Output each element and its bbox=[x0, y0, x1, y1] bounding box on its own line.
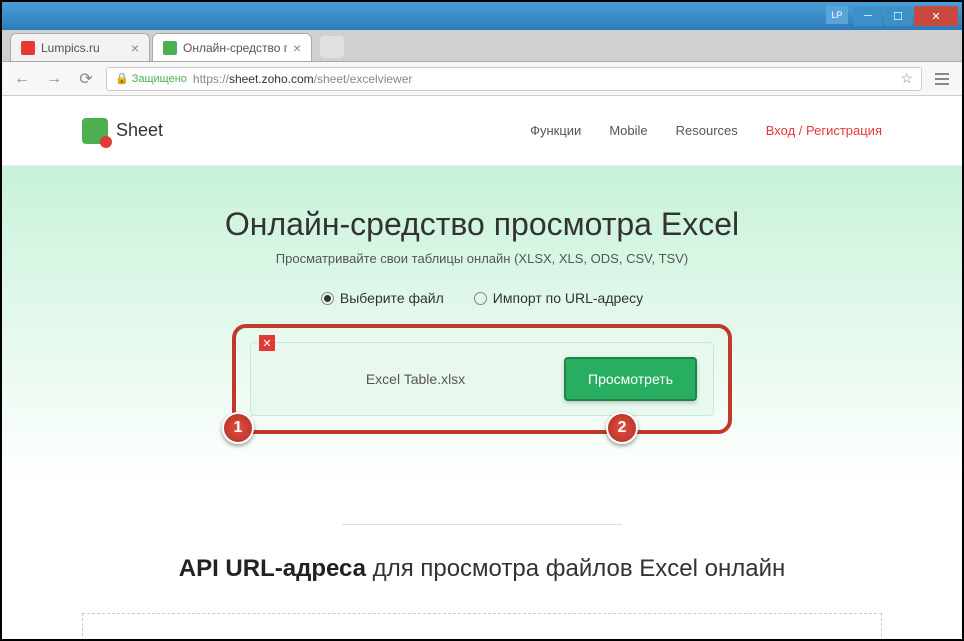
new-tab-button[interactable] bbox=[320, 36, 344, 58]
radio-select-file[interactable]: Выберите файл bbox=[321, 290, 444, 306]
radio-dot-icon bbox=[321, 292, 334, 305]
selected-filename: Excel Table.xlsx bbox=[267, 371, 564, 387]
annotation-marker-2: 2 bbox=[606, 412, 638, 444]
window-minimize-button[interactable]: ─ bbox=[854, 6, 882, 26]
radio-dot-icon bbox=[474, 292, 487, 305]
browser-tabstrip: Lumpics.ru × Онлайн-средство прос × bbox=[2, 30, 962, 62]
api-box: Просматривайте файлы в любых форматах Mi… bbox=[82, 613, 882, 639]
browser-address-bar: ← → ⟳ 🔒 Защищено https://sheet.zoho.com/… bbox=[2, 62, 962, 96]
favicon-icon bbox=[21, 41, 35, 55]
radio-label: Импорт по URL-адресу bbox=[493, 290, 643, 306]
tab-close-icon[interactable]: × bbox=[131, 40, 139, 56]
browser-menu-button[interactable] bbox=[930, 67, 954, 91]
forward-button[interactable]: → bbox=[42, 67, 66, 91]
view-button[interactable]: Просмотреть bbox=[564, 357, 697, 401]
window-titlebar: LP ─ ☐ ✕ bbox=[2, 2, 962, 30]
api-heading: API URL-адреса для просмотра файлов Exce… bbox=[82, 555, 882, 583]
nav-mobile[interactable]: Mobile bbox=[609, 123, 647, 138]
logo-icon bbox=[82, 118, 108, 144]
url-input[interactable]: 🔒 Защищено https://sheet.zoho.com/sheet/… bbox=[106, 67, 922, 91]
window-close-button[interactable]: ✕ bbox=[914, 6, 958, 26]
radio-label: Выберите файл bbox=[340, 290, 444, 306]
favicon-icon bbox=[163, 41, 177, 55]
browser-tab-1[interactable]: Lumpics.ru × bbox=[10, 33, 150, 61]
section-divider bbox=[342, 524, 622, 525]
upload-box: ✕ Excel Table.xlsx Просмотреть 1 2 bbox=[232, 324, 732, 434]
window-maximize-button[interactable]: ☐ bbox=[884, 6, 912, 26]
upload-mode-radios: Выберите файл Импорт по URL-адресу bbox=[2, 290, 962, 306]
url-text: https://sheet.zoho.com/sheet/excelviewer bbox=[193, 72, 412, 86]
tab-close-icon[interactable]: × bbox=[293, 40, 301, 56]
page-title: Онлайн-средство просмотра Excel bbox=[2, 206, 962, 243]
annotation-marker-1: 1 bbox=[222, 412, 254, 444]
secure-indicator: 🔒 Защищено bbox=[115, 72, 187, 85]
page-content: Sheet Функции Mobile Resources Вход / Ре… bbox=[2, 96, 962, 639]
nav-auth[interactable]: Вход / Регистрация bbox=[766, 123, 882, 138]
api-section: API URL-адреса для просмотра файлов Exce… bbox=[2, 555, 962, 639]
browser-tab-2[interactable]: Онлайн-средство прос × bbox=[152, 33, 312, 61]
secure-label: Защищено bbox=[132, 73, 187, 85]
file-remove-button[interactable]: ✕ bbox=[259, 335, 275, 351]
upload-inner: ✕ Excel Table.xlsx Просмотреть bbox=[250, 342, 714, 416]
back-button[interactable]: ← bbox=[10, 67, 34, 91]
reload-button[interactable]: ⟳ bbox=[74, 67, 98, 91]
tab-title: Lumpics.ru bbox=[41, 41, 125, 55]
bookmark-star-icon[interactable]: ☆ bbox=[900, 70, 913, 87]
logo-text: Sheet bbox=[116, 120, 163, 141]
lp-badge: LP bbox=[826, 6, 848, 24]
hero-section: Онлайн-средство просмотра Excel Просматр… bbox=[2, 166, 962, 484]
nav-functions[interactable]: Функции bbox=[530, 123, 581, 138]
site-header: Sheet Функции Mobile Resources Вход / Ре… bbox=[2, 96, 962, 166]
site-nav: Функции Mobile Resources Вход / Регистра… bbox=[530, 123, 882, 138]
tab-title: Онлайн-средство прос bbox=[183, 41, 287, 55]
lock-icon: 🔒 bbox=[115, 72, 129, 85]
nav-resources[interactable]: Resources bbox=[676, 123, 738, 138]
page-subtitle: Просматривайте свои таблицы онлайн (XLSX… bbox=[2, 251, 962, 266]
radio-import-url[interactable]: Импорт по URL-адресу bbox=[474, 290, 643, 306]
site-logo[interactable]: Sheet bbox=[82, 118, 163, 144]
